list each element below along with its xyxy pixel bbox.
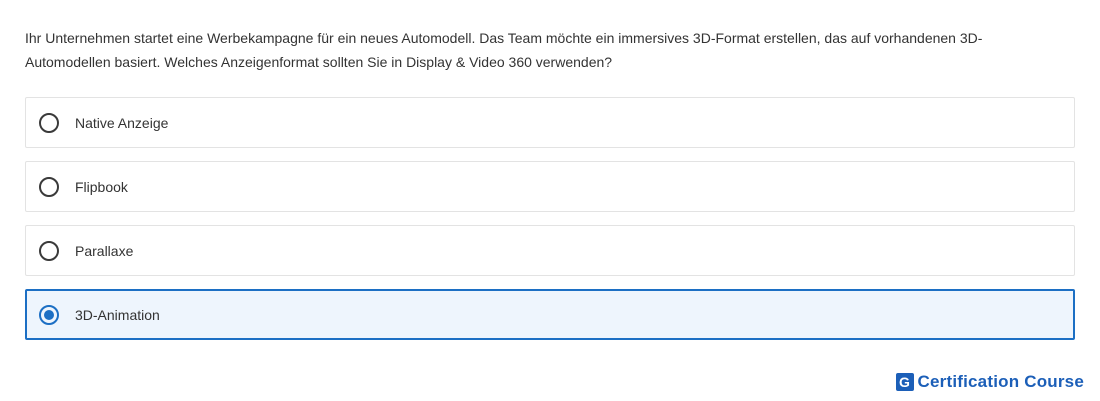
answer-option-parallaxe[interactable]: Parallaxe (25, 225, 1075, 276)
brand-logo: G Certification Course (895, 372, 1084, 392)
answer-option-native-anzeige[interactable]: Native Anzeige (25, 97, 1075, 148)
question-text: Ihr Unternehmen startet eine Werbekampag… (25, 30, 983, 70)
answer-option-flipbook[interactable]: Flipbook (25, 161, 1075, 212)
radio-button[interactable] (39, 240, 59, 261)
brand-logo-icon: G (895, 373, 914, 391)
answer-option-3d-animation[interactable]: 3D-Animation (25, 289, 1075, 340)
radio-button[interactable] (39, 112, 59, 133)
radio-button-selected[interactable] (39, 304, 59, 325)
answer-option-label: 3D-Animation (75, 306, 160, 323)
radio-button[interactable] (39, 176, 59, 197)
quiz-page: Ihr Unternehmen startet eine Werbekampag… (0, 0, 1100, 401)
brand-name: Certification Course (917, 372, 1084, 391)
answer-option-label: Native Anzeige (75, 114, 169, 131)
answer-option-label: Parallaxe (75, 242, 134, 259)
answer-option-label: Flipbook (75, 178, 128, 195)
answer-options: Native Anzeige Flipbook Parallaxe 3D-Ani… (25, 97, 1075, 353)
